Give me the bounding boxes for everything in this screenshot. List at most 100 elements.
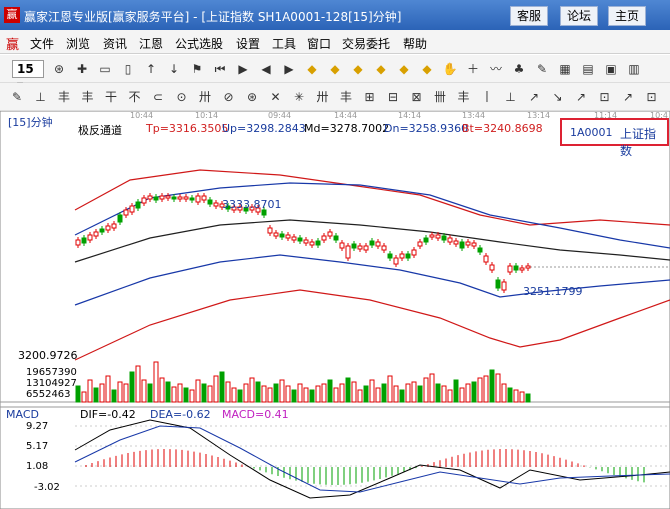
compass-icon[interactable]: ⊛ <box>50 60 68 78</box>
diamond4-icon[interactable]: ◆ <box>372 60 390 78</box>
down-arrow-icon[interactable]: ↓ <box>165 60 183 78</box>
tool19-icon[interactable]: 丰 <box>455 88 473 106</box>
tool16-icon[interactable]: ⊟ <box>384 88 402 106</box>
tool24-icon[interactable]: ↗ <box>572 88 590 106</box>
macd-dif: DIF=-0.42 <box>80 408 136 421</box>
tool18-icon[interactable]: 卌 <box>431 88 449 106</box>
volume-bar <box>171 386 177 403</box>
tool15-icon[interactable]: ⊞ <box>361 88 379 106</box>
grid-icon[interactable]: ▤ <box>579 60 597 78</box>
volume-bar <box>351 381 357 403</box>
flag-icon[interactable]: ⚑ <box>188 60 206 78</box>
volume-bar <box>393 385 399 403</box>
volume-bar <box>471 381 477 403</box>
candle-body <box>159 195 165 200</box>
hand-icon[interactable]: ✋ <box>441 60 459 78</box>
candle-body <box>513 265 519 271</box>
service-button[interactable]: 客服 <box>510 6 548 26</box>
volume-bar <box>225 381 231 403</box>
prev-icon[interactable]: ▶ <box>234 60 252 78</box>
tool10-icon[interactable]: ⊛ <box>243 88 261 106</box>
menu-settings[interactable]: 设置 <box>236 35 260 52</box>
tool13-icon[interactable]: 卅 <box>314 88 332 106</box>
volume-bar <box>195 379 201 403</box>
volume-bar <box>387 375 393 403</box>
volume-bar <box>147 383 153 403</box>
rect-icon[interactable]: ▭ <box>96 60 114 78</box>
diamond2-icon[interactable]: ◆ <box>326 60 344 78</box>
tool11-icon[interactable]: ✕ <box>267 88 285 106</box>
volume-bar <box>477 377 483 403</box>
volume-bar <box>177 383 183 403</box>
tool27-icon[interactable]: ⊡ <box>643 88 661 106</box>
tool23-icon[interactable]: ↘ <box>549 88 567 106</box>
home-button[interactable]: 主页 <box>608 6 646 26</box>
bt-value: Bt=3240.8698 <box>462 122 543 135</box>
tool7-icon[interactable]: ⊙ <box>173 88 191 106</box>
tool22-icon[interactable]: ↗ <box>525 88 543 106</box>
forum-button[interactable]: 论坛 <box>560 6 598 26</box>
note-icon[interactable]: ✎ <box>533 60 551 78</box>
diamond1-icon[interactable]: ◆ <box>303 60 321 78</box>
menu-browse[interactable]: 浏览 <box>66 35 90 52</box>
play-right-icon[interactable]: ▶ <box>280 60 298 78</box>
tool8-icon[interactable]: 卅 <box>196 88 214 106</box>
cross-icon[interactable]: ✚ <box>73 60 91 78</box>
rect2-icon[interactable]: ▯ <box>119 60 137 78</box>
up-arrow-icon[interactable]: ↑ <box>142 60 160 78</box>
tool2-icon[interactable]: 丰 <box>55 88 73 106</box>
diamond6-icon[interactable]: ◆ <box>418 60 436 78</box>
tool17-icon[interactable]: ⊠ <box>408 88 426 106</box>
volume-bar <box>363 385 369 403</box>
menu-gann[interactable]: 江恩 <box>139 35 163 52</box>
plus-icon[interactable]: ＋ <box>464 60 482 78</box>
calendar-icon[interactable]: ▦ <box>556 60 574 78</box>
tool25-icon[interactable]: ⊡ <box>596 88 614 106</box>
menu-tools[interactable]: 工具 <box>272 35 296 52</box>
layout-icon[interactable]: ▥ <box>625 60 643 78</box>
volume-bar <box>135 365 141 403</box>
tool21-icon[interactable]: ⊥ <box>502 88 520 106</box>
first-icon[interactable]: ⏮ <box>211 60 229 78</box>
volume-bar <box>411 381 417 403</box>
wave-icon[interactable]: 〰 <box>487 60 505 78</box>
tp-value: Tp=3316.3505 <box>146 122 229 135</box>
menu-formula[interactable]: 公式选股 <box>175 35 223 52</box>
diamond5-icon[interactable]: ◆ <box>395 60 413 78</box>
menu-file[interactable]: 文件 <box>30 35 54 52</box>
tool5-icon[interactable]: 不 <box>126 88 144 106</box>
candle-body <box>465 241 471 246</box>
macd-level-3: 1.08 <box>26 461 49 472</box>
volume-bar <box>105 375 111 403</box>
tool1-icon[interactable]: ⊥ <box>32 88 50 106</box>
pen-icon[interactable]: ✎ <box>8 88 26 106</box>
app-logo-icon: 赢 <box>4 7 20 23</box>
tool6-icon[interactable]: ⊂ <box>149 88 167 106</box>
candle-body <box>273 232 279 237</box>
tool20-icon[interactable]: 丨 <box>478 88 496 106</box>
candle-body <box>453 240 459 245</box>
tool12-icon[interactable]: ✳ <box>290 88 308 106</box>
tool3-icon[interactable]: 丰 <box>79 88 97 106</box>
save-icon[interactable]: ▣ <box>602 60 620 78</box>
menu-info[interactable]: 资讯 <box>103 35 127 52</box>
tool4-icon[interactable]: 干 <box>102 88 120 106</box>
menu-window[interactable]: 窗口 <box>307 35 331 52</box>
tool14-icon[interactable]: 丰 <box>337 88 355 106</box>
chart-area[interactable] <box>0 111 670 509</box>
menu-trade[interactable]: 交易委托 <box>342 35 390 52</box>
tshirt-icon[interactable]: ♣ <box>510 60 528 78</box>
high-annotation: 3333.8701 <box>222 198 282 211</box>
toolbar-main: 15 ▾ ⊛ ✚ ▭ ▯ ↑ ↓ ⚑ ⏮ ▶ ◀ ▶ ◆ ◆ ◆ ◆ ◆ ◆ ✋ ＋ 〰 ♣ ✎ ▦ ▤ ▣ ▥ <box>0 55 670 92</box>
macd-title: MACD <box>6 408 39 421</box>
period-select[interactable]: 15 ▾ <box>12 60 44 92</box>
tool26-icon[interactable]: ↗ <box>619 88 637 106</box>
play-left-icon[interactable]: ◀ <box>257 60 275 78</box>
candle-body <box>75 239 81 246</box>
diamond3-icon[interactable]: ◆ <box>349 60 367 78</box>
volume-bar <box>111 389 117 403</box>
kline-chart[interactable] <box>0 111 670 509</box>
menu-help[interactable]: 帮助 <box>403 35 427 52</box>
candle-body <box>333 235 339 241</box>
tool9-icon[interactable]: ⊘ <box>220 88 238 106</box>
